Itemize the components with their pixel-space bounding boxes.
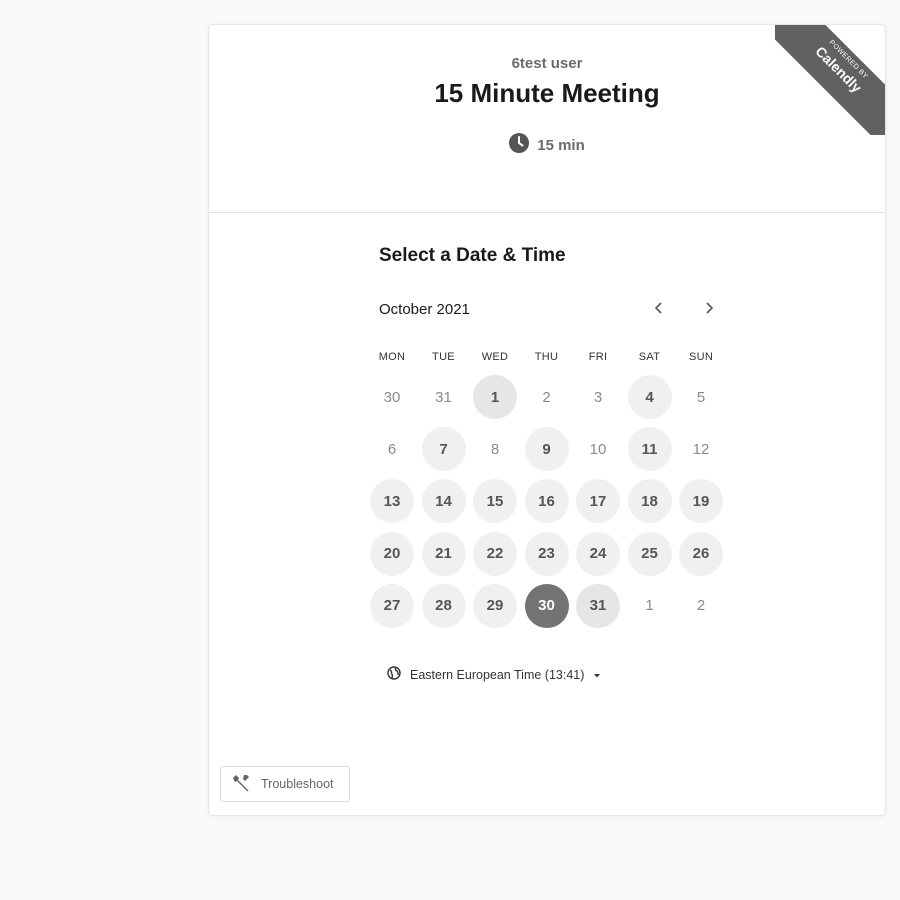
calendar-day[interactable]: 11 [627, 427, 672, 472]
duration-label: 15 min [537, 137, 585, 154]
weekday-label: WED [481, 351, 509, 363]
calendar-day[interactable]: 29 [473, 583, 517, 628]
calendar-day: 10 [589, 440, 607, 458]
calendar-day[interactable]: 28 [421, 583, 466, 628]
chevron-right-icon [703, 301, 715, 320]
calendar-day[interactable]: 19 [679, 479, 723, 524]
weekday-label: FRI [588, 351, 608, 363]
calendar-day-selected[interactable]: 30 [524, 583, 569, 628]
wrench-icon [230, 772, 252, 797]
select-date-heading: Select a Date & Time [379, 245, 566, 266]
calendar-day[interactable]: 26 [679, 531, 723, 576]
calendar-day[interactable]: 15 [473, 479, 517, 524]
event-title: 15 Minute Meeting [434, 78, 660, 108]
event-header: 6test user 15 Minute Meeting 15 min [209, 25, 885, 213]
calendar-day[interactable]: 20 [370, 531, 414, 576]
calendar-day[interactable]: 31 [576, 583, 620, 628]
calendar-day[interactable]: 4 [627, 375, 672, 419]
calendar-day[interactable]: 21 [421, 531, 466, 576]
weekday-label: THU [534, 351, 559, 363]
calendar-day[interactable]: 17 [576, 479, 620, 524]
calendar-day[interactable]: 24 [576, 531, 620, 576]
timezone-label: Eastern European Time (13:41) [410, 667, 585, 682]
troubleshoot-label: Troubleshoot [261, 777, 334, 791]
calendar-day: 2 [696, 597, 706, 615]
calendar-day: 30 [383, 388, 401, 406]
calendar-day[interactable]: 14 [421, 479, 466, 524]
calendar-day[interactable]: 1 [473, 375, 517, 419]
host-name: 6test user [511, 55, 583, 72]
calendar-day[interactable]: 22 [473, 531, 517, 576]
clock-icon [509, 133, 530, 158]
calendar-day: 2 [542, 388, 551, 406]
calendar-day[interactable]: 13 [370, 479, 414, 524]
booking-card: POWERED BY Calendly 6test user 15 Minute… [208, 24, 886, 816]
troubleshoot-button[interactable]: Troubleshoot [220, 766, 350, 802]
caret-down-icon [593, 668, 601, 682]
calendar-day: 12 [692, 440, 710, 458]
weekday-label: TUE [432, 351, 455, 363]
weekday-header: MON TUE WED THU FRI SAT SUN [369, 351, 729, 367]
calendar-day[interactable]: 23 [524, 531, 569, 576]
calendar-day: 31 [435, 388, 452, 406]
calendar-day: 6 [387, 440, 397, 458]
calendar-day: 5 [696, 388, 706, 406]
event-duration: 15 min [209, 133, 885, 158]
month-label: October 2021 [379, 301, 470, 318]
calendar-day[interactable]: 25 [627, 531, 672, 576]
calendar-day[interactable]: 9 [524, 427, 569, 472]
calendar-day: 3 [593, 388, 603, 406]
timezone-selector[interactable]: Eastern European Time (13:41) [387, 666, 601, 683]
calendar-day: 8 [490, 440, 500, 458]
weekday-label: SAT [638, 351, 661, 363]
calendar-day[interactable]: 16 [524, 479, 569, 524]
calendar-day[interactable]: 18 [627, 479, 672, 524]
calendar-day: 1 [645, 597, 654, 615]
calendar-grid: 30 31 1 2 3 4 5 6 7 8 9 10 11 12 13 14 15 16 17 18 19 20 21 22 2… [369, 371, 729, 631]
globe-icon [387, 666, 401, 683]
previous-month-button[interactable] [644, 295, 674, 325]
calendar-day[interactable]: 27 [370, 583, 414, 628]
next-month-button[interactable] [694, 295, 724, 325]
weekday-label: MON [378, 351, 406, 363]
weekday-label: SUN [688, 351, 714, 363]
chevron-left-icon [653, 301, 665, 320]
calendar-day[interactable]: 7 [421, 427, 466, 472]
